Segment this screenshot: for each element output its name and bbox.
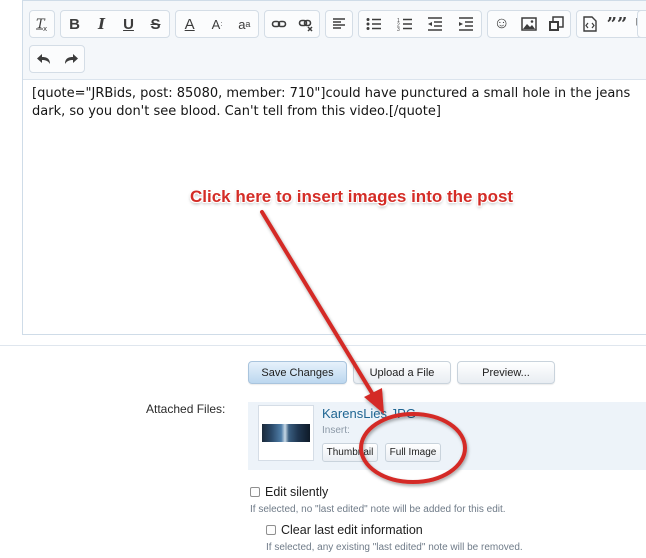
redo-icon[interactable] <box>57 46 84 72</box>
font-family-icon[interactable]: aa <box>231 11 258 37</box>
preview-button[interactable]: Preview... <box>457 361 555 384</box>
edit-silently-label: Edit silently <box>265 485 329 499</box>
insert-thumbnail-button[interactable]: Thumbnail <box>322 443 378 462</box>
form-separator <box>0 345 646 346</box>
edit-silently-option[interactable]: Edit silently <box>250 485 328 499</box>
toolbar-group-text-style: B I U S <box>60 10 170 38</box>
undo-icon[interactable] <box>30 46 57 72</box>
toolbar-group-insert: ☺ <box>487 10 571 38</box>
bold-icon[interactable]: B <box>61 11 88 37</box>
media-icon[interactable] <box>543 11 570 37</box>
toolbar-group-link <box>264 10 320 38</box>
toolbar-group-lists: 123 <box>358 10 482 38</box>
align-left-icon[interactable] <box>326 11 352 37</box>
font-size-icon[interactable]: A: <box>203 11 230 37</box>
editor-content[interactable]: [quote="JRBids, post: 85080, member: 710… <box>32 85 646 121</box>
rich-text-editor: Tx B I U S A A: aa 1 2 3 ☺ ”” [quote="JR… <box>22 0 646 335</box>
code-icon[interactable] <box>577 11 604 37</box>
toolbar-group-font: A A: aa <box>175 10 259 38</box>
annotation-text: Click here to insert images into the pos… <box>190 187 514 206</box>
clear-last-edit-label: Clear last edit information <box>281 523 423 537</box>
quote-icon[interactable]: ”” <box>604 11 631 37</box>
italic-icon[interactable]: I <box>88 11 115 37</box>
toolbar-group-align <box>325 10 353 38</box>
smilies-icon[interactable]: ☺ <box>488 11 515 37</box>
editor-toolbar: Tx B I U S A A: aa 1 2 3 ☺ ”” <box>23 1 646 80</box>
edit-silently-checkbox[interactable] <box>250 487 260 497</box>
outdent-icon[interactable] <box>420 11 451 37</box>
link-icon[interactable] <box>265 11 292 37</box>
toolbar-group-more <box>637 10 646 38</box>
toolbar-group-clear: Tx <box>29 10 55 38</box>
strikethrough-icon[interactable]: S <box>142 11 169 37</box>
edit-silently-hint: If selected, no "last edited" note will … <box>250 504 506 515</box>
editor-line-1: [quote="JRBids, post: 85080, member: 710… <box>32 86 631 101</box>
attached-files-label: Attached Files: <box>146 402 226 416</box>
font-color-icon[interactable]: A <box>176 11 203 37</box>
indent-icon[interactable] <box>451 11 482 37</box>
clear-last-edit-hint: If selected, any existing "last edited" … <box>266 542 523 553</box>
bullet-list-icon[interactable] <box>359 11 390 37</box>
clear-last-edit-option[interactable]: Clear last edit information <box>266 523 423 537</box>
svg-text:x: x <box>43 25 47 32</box>
save-changes-button[interactable]: Save Changes <box>248 361 347 384</box>
editor-line-2: dark, so you don't see blood. Can't tell… <box>32 104 441 119</box>
clear-formatting-icon[interactable]: Tx <box>30 11 54 37</box>
underline-icon[interactable]: U <box>115 11 142 37</box>
insert-label: Insert: <box>322 425 350 436</box>
unlink-icon[interactable] <box>292 11 319 37</box>
attachment-file-name[interactable]: KarensLies.JPG <box>322 406 416 421</box>
toolbar-group-history <box>29 45 85 73</box>
svg-text:3: 3 <box>397 27 400 31</box>
attachment-thumbnail <box>258 405 314 461</box>
clear-last-edit-checkbox[interactable] <box>266 525 276 535</box>
insert-full-image-button[interactable]: Full Image <box>385 443 441 462</box>
upload-file-button[interactable]: Upload a File <box>353 361 451 384</box>
numbered-list-icon[interactable]: 123 <box>390 11 421 37</box>
toolbar-group-block: ”” [] <box>576 10 646 38</box>
insert-image-icon[interactable] <box>515 11 542 37</box>
thumbnail-image <box>262 424 310 442</box>
